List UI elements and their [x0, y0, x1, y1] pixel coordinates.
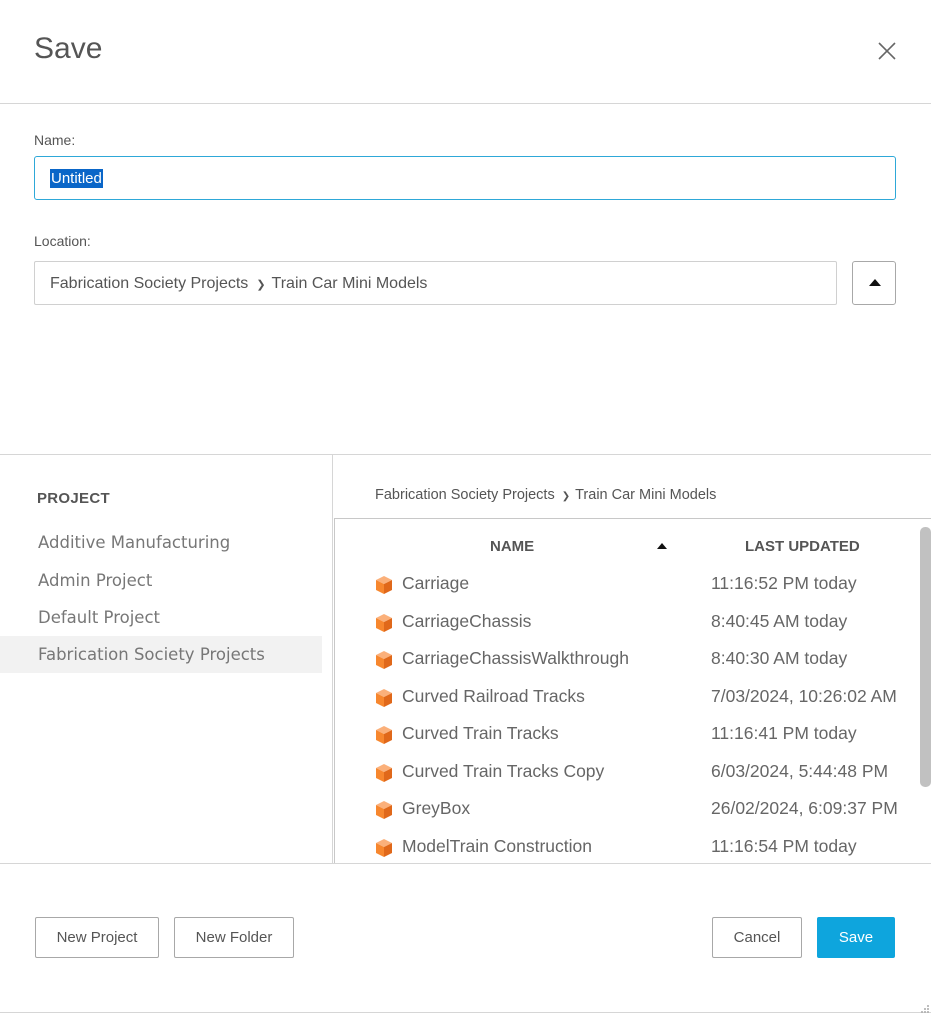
design-cube-icon [375, 613, 393, 633]
location-field[interactable]: Fabrication Society Projects ❯ Train Car M… [34, 261, 837, 305]
close-icon[interactable] [872, 36, 902, 66]
new-project-button[interactable]: New Project [35, 917, 159, 958]
file-last-updated: 11:16:41 PM today [711, 723, 857, 743]
design-cube-icon [375, 763, 393, 783]
location-segment-project: Fabrication Society Projects [50, 275, 249, 292]
location-segment-folder: Train Car Mini Models [271, 275, 428, 292]
design-cube-icon [375, 688, 393, 708]
breadcrumb-project[interactable]: Fabrication Society Projects [375, 487, 555, 503]
breadcrumb-folder[interactable]: Train Car Mini Models [575, 487, 716, 503]
project-item-default-project[interactable]: Default Project [0, 599, 322, 636]
chevron-right-icon: ❯ [256, 279, 266, 291]
collapse-location-button[interactable] [852, 261, 896, 305]
file-name: Curved Railroad Tracks [402, 685, 585, 706]
file-table: NAME LAST UPDATED Carriage 11:16:52 PM to… [334, 518, 931, 863]
resize-grip-icon[interactable] [918, 1002, 930, 1014]
name-input-value: Untitled [50, 169, 103, 188]
vertical-scrollbar[interactable] [920, 527, 931, 787]
design-cube-icon [375, 650, 393, 670]
table-row[interactable]: CarriageChassis 8:40:45 AM today [335, 603, 920, 640]
project-list: PROJECT Additive Manufacturing Admin Pro… [0, 455, 333, 863]
save-dialog: Save Name: Untitled Location: Fabricatio… [0, 0, 931, 1015]
design-cube-icon [375, 838, 393, 858]
name-label: Name: [34, 132, 76, 148]
project-item-admin-project[interactable]: Admin Project [0, 562, 322, 599]
design-cube-icon [375, 800, 393, 820]
file-last-updated: 26/02/2024, 6:09:37 PM [711, 798, 898, 818]
table-row[interactable]: GreyBox 26/02/2024, 6:09:37 PM [335, 790, 920, 827]
location-label: Location: [34, 233, 91, 249]
file-name: Curved Train Tracks Copy [402, 760, 605, 781]
chevron-right-icon: ❯ [561, 491, 571, 502]
save-button[interactable]: Save [817, 917, 895, 958]
file-name: Carriage [402, 573, 470, 593]
dialog-header: Save [0, 0, 931, 104]
column-header-name[interactable]: NAME [490, 538, 534, 555]
new-folder-button[interactable]: New Folder [174, 917, 294, 958]
file-name: GreyBox [402, 798, 471, 818]
file-name: CarriageChassis [402, 610, 532, 631]
file-name: ModelTrain Construction [402, 835, 592, 856]
sort-ascending-icon[interactable] [657, 543, 667, 549]
name-input[interactable]: Untitled [34, 156, 896, 200]
file-browser: PROJECT Additive Manufacturing Admin Pro… [0, 454, 931, 864]
design-cube-icon [375, 725, 393, 745]
table-row[interactable]: Curved Train Tracks 11:16:41 PM today [335, 715, 920, 752]
table-row[interactable]: Carriage 11:16:52 PM today [335, 565, 920, 602]
project-item-additive-manufacturing[interactable]: Additive Manufacturing [0, 524, 322, 561]
table-row[interactable]: CarriageChassisWalkthrough 8:40:30 AM tod… [335, 640, 920, 677]
table-row[interactable]: ModelTrain Construction 11:16:54 PM today [335, 828, 920, 864]
file-name: CarriageChassisWalkthrough [402, 648, 629, 668]
column-header-last-updated[interactable]: LAST UPDATED [745, 538, 860, 555]
table-row[interactable]: Curved Train Tracks Copy 6/03/2024, 5:44:… [335, 753, 920, 790]
table-row[interactable]: Curved Railroad Tracks 7/03/2024, 10:26:0… [335, 678, 920, 715]
file-last-updated: 11:16:54 PM today [711, 835, 857, 856]
file-name: Curved Train Tracks [402, 723, 559, 743]
triangle-up-icon [869, 279, 881, 286]
cancel-button[interactable]: Cancel [712, 917, 802, 958]
file-last-updated: 8:40:45 AM today [711, 610, 848, 631]
project-item-fabrication-society-projects[interactable]: Fabrication Society Projects [0, 636, 322, 673]
file-last-updated: 11:16:52 PM today [711, 573, 857, 593]
project-list-heading: PROJECT [37, 490, 110, 507]
file-last-updated: 6/03/2024, 5:44:48 PM [711, 760, 889, 781]
divider [0, 1012, 931, 1013]
breadcrumb: Fabrication Society Projects ❯ Train Car M… [375, 487, 716, 503]
location-path: Fabrication Society Projects ❯ Train Car M… [50, 275, 427, 293]
design-cube-icon [375, 575, 393, 595]
dialog-title: Save [34, 32, 103, 65]
file-last-updated: 7/03/2024, 10:26:02 AM [711, 685, 897, 706]
file-last-updated: 8:40:30 AM today [711, 648, 848, 668]
